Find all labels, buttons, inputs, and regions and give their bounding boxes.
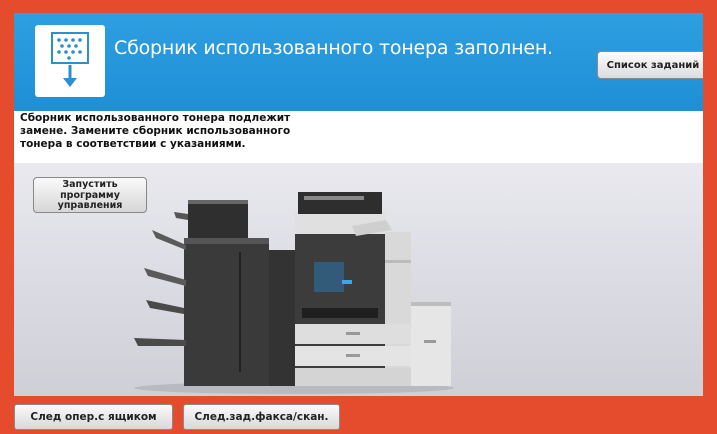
footer-bar: След опер.с ящиком След.зад.факса/скан.	[0, 396, 717, 434]
printer-illustration	[124, 190, 454, 396]
alert-header: Сборник использованного тонера заполнен.…	[14, 13, 703, 111]
next-fax-scan-job-button[interactable]: След.зад.факса/скан.	[183, 404, 340, 430]
waste-toner-box-icon	[35, 25, 105, 97]
message-line: Сборник использованного тонера подлежит	[20, 112, 291, 124]
alert-panel: Сборник использованного тонера заполнен.…	[14, 13, 703, 396]
job-list-button[interactable]: Список заданий	[597, 51, 703, 79]
alert-message: Сборник использованного тонера подлежит …	[20, 112, 360, 151]
message-line: замене. Замените сборник использованного	[20, 125, 291, 137]
message-line: тонера в соответствии с указаниями.	[20, 138, 246, 150]
next-box-operation-button[interactable]: След опер.с ящиком	[14, 404, 173, 430]
illustration-area: Запустить программу управления	[14, 163, 703, 396]
page-title: Сборник использованного тонера заполнен.	[114, 37, 553, 59]
guide-button-label: Запустить	[62, 179, 118, 190]
